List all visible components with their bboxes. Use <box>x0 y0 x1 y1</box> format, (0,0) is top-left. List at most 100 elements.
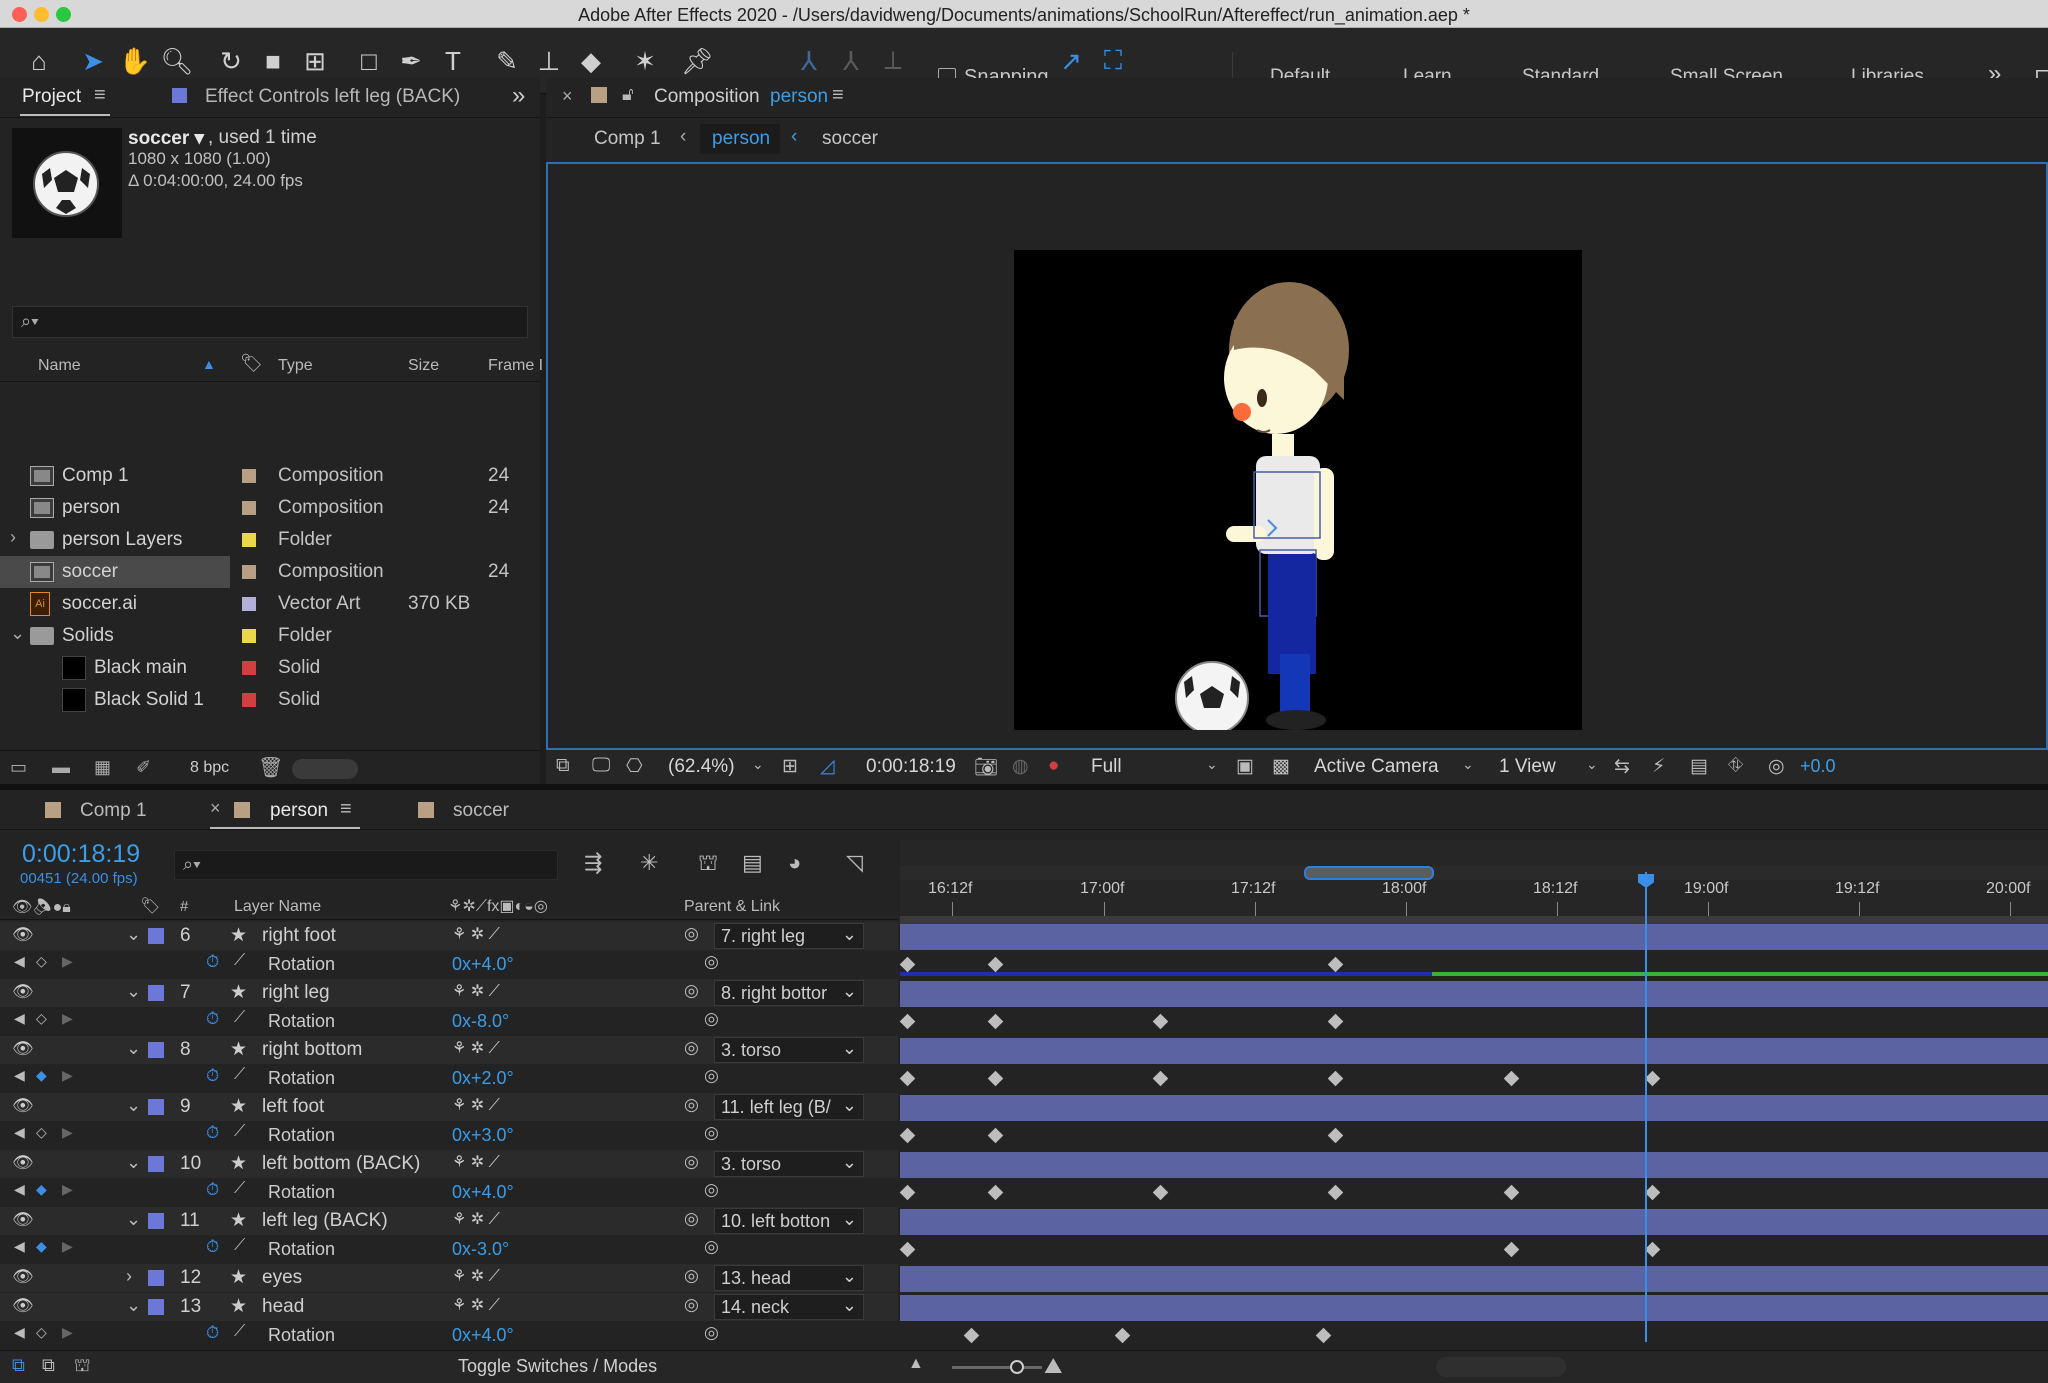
project-item[interactable]: ⌄ Solids Folder <box>0 620 510 652</box>
expand-panel-icon[interactable]: » <box>512 82 525 110</box>
graph-icon[interactable]: ⟋ <box>234 1009 245 1027</box>
property-value[interactable]: 0x+3.0° <box>452 1125 514 1146</box>
stopwatch-icon[interactable]: ⏱︎ <box>206 952 219 972</box>
keyframe-icon[interactable] <box>1152 1070 1169 1087</box>
parent-select[interactable]: 10. left botton ⌄ <box>714 1208 864 1234</box>
show-snapshot-icon[interactable]: ◍ <box>1012 755 1029 778</box>
keyframe-icon[interactable] <box>1644 1184 1661 1201</box>
layer-duration-bar[interactable] <box>900 981 2048 1007</box>
pickwhip-icon[interactable]: ◎ <box>684 1266 699 1286</box>
panel-menu-icon[interactable]: ≡ <box>832 84 844 107</box>
toggle-pixel-aspect-icon[interactable]: ⇆ <box>1614 755 1630 778</box>
snap-edges-icon[interactable]: ↗ <box>1054 44 1088 78</box>
property-value[interactable]: 0x-3.0° <box>452 1239 509 1260</box>
keyframe-icon[interactable] <box>963 1327 980 1344</box>
label-color-swatch[interactable] <box>242 661 256 675</box>
selection-tool-icon[interactable]: ➤ <box>76 44 110 78</box>
label-color-swatch[interactable] <box>242 469 256 483</box>
reset-exposure-icon[interactable]: ◎ <box>1768 755 1785 778</box>
rectangle-tool-icon[interactable]: □ <box>352 44 386 78</box>
layer-label-color[interactable] <box>148 1042 164 1058</box>
zoom-in-icon[interactable]: ⛰ <box>1044 1353 1062 1379</box>
close-tab-icon[interactable]: × <box>562 86 573 107</box>
switches-icon[interactable]: ⚘ ✲ ⟋ <box>452 1209 500 1229</box>
hand-tool-icon[interactable]: ✋ <box>118 44 152 78</box>
layer-duration-bar[interactable] <box>900 1152 2048 1178</box>
lock-icon[interactable]: 🔓︎ <box>622 84 634 105</box>
switches-icon[interactable]: ⚘ ✲ ⟋ <box>452 1038 500 1058</box>
keyframe-icon[interactable] <box>987 1127 1004 1144</box>
chevron-down-icon[interactable]: ⌄ <box>10 623 25 644</box>
brush-tool-icon[interactable]: ✎ <box>490 44 524 78</box>
keyframe-toggle-icon[interactable]: ◆ <box>36 1181 47 1198</box>
home-icon[interactable]: ⌂ <box>22 44 56 78</box>
layer-label-color[interactable] <box>148 1156 164 1172</box>
work-area-bar[interactable] <box>1304 866 1434 880</box>
draft-3d-icon[interactable]: ✳ <box>640 850 658 876</box>
timeline-scroll[interactable] <box>1436 1357 1566 1377</box>
switches-column-icon[interactable]: ⚘✲⟋fx▣◐◒◎ <box>448 896 548 916</box>
prev-keyframe-icon[interactable]: ◀ <box>14 1124 25 1141</box>
prev-keyframe-icon[interactable]: ◀ <box>14 1067 25 1084</box>
layer-duration-bar[interactable] <box>900 924 2048 950</box>
current-timecode[interactable]: 0:00:18:19 <box>866 756 956 778</box>
sort-ascending-icon[interactable]: ▲ <box>202 356 216 372</box>
tab-project[interactable]: Project <box>22 86 81 108</box>
layer-name[interactable]: right leg <box>262 982 330 1004</box>
layer-label-color[interactable] <box>148 928 164 944</box>
parent-select[interactable]: 13. head ⌄ <box>714 1265 864 1291</box>
zoom-level[interactable]: (62.4%) <box>668 756 735 778</box>
chevron-down-icon[interactable]: ⌄ <box>126 981 141 1002</box>
stopwatch-icon[interactable]: ⏱︎ <box>206 1009 219 1029</box>
layer-row[interactable]: 👁︎ ⌄ 6 ★ right foot ⚘ ✲ ⟋ ◎ 7. right leg… <box>0 922 898 950</box>
chevron-down-icon[interactable]: ⌄ <box>126 1209 141 1230</box>
project-item[interactable]: Black Solid 1 Solid <box>0 684 510 716</box>
next-keyframe-icon[interactable]: ▶ <box>62 1238 73 1255</box>
keyframe-icon[interactable] <box>1327 1127 1344 1144</box>
keyframe-icon[interactable] <box>1327 956 1344 973</box>
chevron-down-icon[interactable]: ⌄ <box>1462 756 1474 773</box>
always-preview-icon[interactable]: ⧉ <box>556 755 570 777</box>
layer-row[interactable]: 👁︎ › 12 ★ eyes ⚘ ✲ ⟋ ◎ 13. head ⌄ <box>0 1264 898 1292</box>
project-item[interactable]: soccer Composition 24 <box>0 556 509 588</box>
composition-canvas[interactable] <box>1014 250 1582 735</box>
breadcrumb-soccer[interactable]: soccer <box>822 128 878 150</box>
layer-name-column[interactable]: Layer Name <box>234 898 321 916</box>
expression-pickwhip-icon[interactable]: ◎ <box>704 952 719 972</box>
pan-behind-tool-icon[interactable]: ⊞ <box>298 44 332 78</box>
graph-icon[interactable]: ⟋ <box>234 1123 245 1141</box>
layer-name[interactable]: eyes <box>262 1267 302 1289</box>
expression-pickwhip-icon[interactable]: ◎ <box>704 1237 719 1257</box>
layer-name[interactable]: right foot <box>262 925 336 947</box>
resolution-select[interactable]: Full <box>1091 756 1122 778</box>
zoom-out-icon[interactable]: ▲ <box>908 1355 924 1373</box>
eye-icon[interactable]: 👁︎ <box>12 1296 34 1316</box>
keyframe-icon[interactable] <box>987 1070 1004 1087</box>
breadcrumb-person[interactable]: person <box>712 128 770 150</box>
puppet-pin-tool-icon[interactable]: 📌︎ <box>680 44 714 78</box>
graph-icon[interactable]: ⟋ <box>234 952 245 970</box>
toggle-switches-modes-button[interactable]: Toggle Switches / Modes <box>458 1356 657 1377</box>
switches-icon[interactable]: ⚘ ✲ ⟋ <box>452 1152 500 1172</box>
tab-effect-controls[interactable]: Effect Controls left leg (BACK) <box>205 86 460 108</box>
column-type[interactable]: Type <box>278 357 313 375</box>
comp-mini-flowchart-icon[interactable]: ⇶ <box>584 850 602 876</box>
roto-brush-tool-icon[interactable]: ✶ <box>628 44 662 78</box>
expand-layer-switches-icon[interactable]: ⧉ <box>12 1355 25 1376</box>
layer-row[interactable]: 👁︎ ⌄ 8 ★ right bottom ⚘ ✲ ⟋ ◎ 3. torso ⌄ <box>0 1036 898 1064</box>
snap-features-icon[interactable]: ⛶ <box>1096 44 1130 78</box>
next-keyframe-icon[interactable]: ▶ <box>62 953 73 970</box>
layer-label-color[interactable] <box>148 1299 164 1315</box>
expression-pickwhip-icon[interactable]: ◎ <box>704 1009 719 1029</box>
eraser-tool-icon[interactable]: ◆ <box>574 44 608 78</box>
axis-view-icon[interactable]: ⟂ <box>876 44 910 78</box>
pickwhip-icon[interactable]: ◎ <box>684 924 699 944</box>
pen-tool-icon[interactable]: ✒ <box>394 44 428 78</box>
keyframe-toggle-icon[interactable]: ◆ <box>36 1067 47 1084</box>
property-value[interactable]: 0x+2.0° <box>452 1068 514 1089</box>
flowchart-icon[interactable]: ⛗ <box>1728 755 1743 777</box>
preview-name[interactable]: soccer ▾ <box>128 127 204 150</box>
keyframe-toggle-icon[interactable]: ◇ <box>36 953 47 970</box>
timeline-timecode[interactable]: 0:00:18:19 <box>22 840 140 869</box>
switches-icon[interactable]: ⚘ ✲ ⟋ <box>452 1295 500 1315</box>
